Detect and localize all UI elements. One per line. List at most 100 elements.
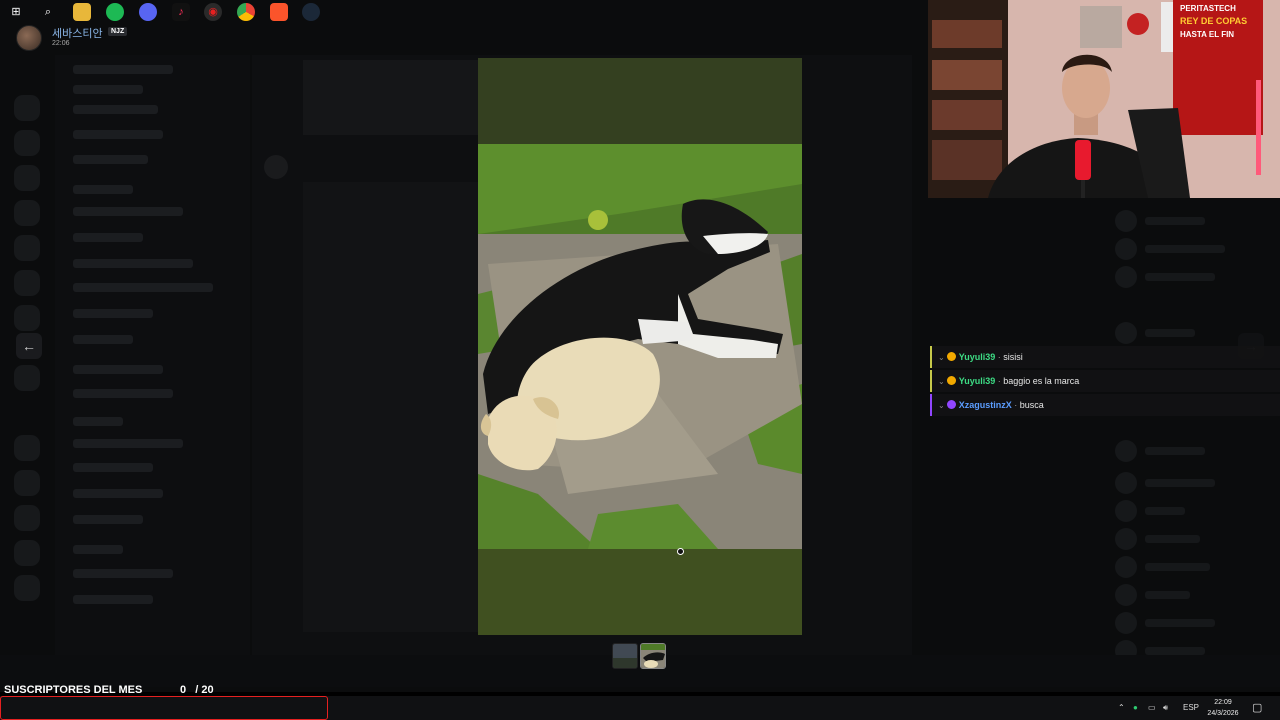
sub-goal-total: / 20 <box>195 684 214 696</box>
language-indicator[interactable]: ESP <box>1183 696 1199 720</box>
channel-item[interactable] <box>73 389 173 398</box>
channel-item[interactable] <box>73 463 153 472</box>
server-icon[interactable] <box>14 540 40 566</box>
chrome-icon[interactable] <box>237 3 255 21</box>
channel-item[interactable] <box>73 65 173 74</box>
channel-item[interactable] <box>73 309 153 318</box>
file-explorer-icon[interactable] <box>73 3 91 21</box>
brave-icon[interactable] <box>270 3 288 21</box>
member-name[interactable] <box>1145 535 1200 543</box>
thumbnail-1[interactable] <box>612 643 638 669</box>
member-name[interactable] <box>1145 479 1215 487</box>
channel-item[interactable] <box>73 155 148 164</box>
obs-icon[interactable]: ◉ <box>204 3 222 21</box>
banner-title: REY DE COPAS <box>1180 16 1248 26</box>
server-icon[interactable] <box>14 470 40 496</box>
banner-sub: HASTA EL FIN <box>1180 30 1235 39</box>
member-avatar[interactable] <box>1115 266 1137 288</box>
member-name[interactable] <box>1145 245 1225 253</box>
channel-item[interactable] <box>73 569 173 578</box>
channel-item[interactable] <box>73 365 163 374</box>
message-avatar <box>264 155 288 179</box>
member-avatar[interactable] <box>1115 500 1137 522</box>
member-avatar[interactable] <box>1115 238 1137 260</box>
chat-text: busca <box>1019 400 1044 410</box>
channel-item[interactable] <box>73 515 143 524</box>
chat-username[interactable]: Yuyuli39 <box>959 352 996 362</box>
server-icon[interactable] <box>14 505 40 531</box>
channel-item[interactable] <box>73 595 153 604</box>
channel-item[interactable] <box>73 207 183 216</box>
server-icon[interactable] <box>14 235 40 261</box>
search-icon[interactable]: ⌕ <box>39 3 57 21</box>
server-icon[interactable] <box>14 200 40 226</box>
dogs-photo[interactable] <box>478 144 802 549</box>
chat-username[interactable]: XzagustinzX <box>959 400 1012 410</box>
member-avatar[interactable] <box>1115 440 1137 462</box>
tray-app-icon[interactable]: ● <box>1133 696 1138 720</box>
member-name[interactable] <box>1145 217 1205 225</box>
volume-icon[interactable]: 🔊︎ <box>1163 696 1168 720</box>
banner-brand: PERITASTECH <box>1180 4 1236 13</box>
avatar[interactable] <box>16 25 42 51</box>
windows-start-icon[interactable]: ⊞ <box>7 3 25 21</box>
thumbnail-2[interactable] <box>640 643 666 669</box>
clock-date: 24/3/2026 <box>1207 710 1239 717</box>
channel-item[interactable] <box>73 85 143 94</box>
chat-overlay: ⌄ Yuyuli39 · sisisi ⌄ Yuyuli39 · baggio es … <box>930 346 1280 418</box>
channel-item[interactable] <box>73 283 213 292</box>
server-icon[interactable] <box>14 130 40 156</box>
channel-item[interactable] <box>73 489 163 498</box>
member-avatar[interactable] <box>1115 612 1137 634</box>
member-avatar[interactable] <box>1115 528 1137 550</box>
chat-username[interactable]: Yuyuli39 <box>959 376 996 386</box>
member-name[interactable] <box>1145 273 1215 281</box>
discord-icon[interactable] <box>139 3 157 21</box>
sub-goal-current: 0 <box>180 684 187 696</box>
steam-icon[interactable] <box>302 3 320 21</box>
channel-item[interactable] <box>73 259 193 268</box>
server-icon[interactable] <box>14 435 40 461</box>
member-avatar[interactable] <box>1115 322 1137 344</box>
member-list <box>1105 200 1280 685</box>
member-name[interactable] <box>1145 591 1190 599</box>
arrow-left-icon: ← <box>22 338 36 354</box>
image-viewer[interactable] <box>478 58 802 635</box>
member-avatar[interactable] <box>1115 210 1137 232</box>
server-icon[interactable] <box>14 365 40 391</box>
user-badge-icon <box>946 352 956 361</box>
channel-item[interactable] <box>73 233 143 242</box>
server-icon[interactable] <box>14 270 40 296</box>
server-icon[interactable] <box>14 305 40 331</box>
network-icon[interactable]: ▭ <box>1148 696 1156 720</box>
server-icon[interactable] <box>14 95 40 121</box>
member-name[interactable] <box>1145 329 1195 337</box>
tray-chevron-icon[interactable]: ⌃ <box>1118 696 1125 720</box>
channel-item[interactable] <box>73 105 158 114</box>
tiktok-icon[interactable]: ♪ <box>172 3 190 21</box>
sub-goal-label: SUSCRIPTORES DEL MES <box>4 684 143 696</box>
member-name[interactable] <box>1145 507 1185 515</box>
member-name[interactable] <box>1145 619 1215 627</box>
member-name[interactable] <box>1145 447 1205 455</box>
webcam-overlay: PERITASTECH REY DE COPAS HASTA EL FIN <box>928 0 1280 198</box>
clock-time: 22:09 <box>1214 699 1232 706</box>
spotify-icon[interactable] <box>106 3 124 21</box>
server-icon[interactable] <box>14 165 40 191</box>
channel-item[interactable] <box>73 417 123 426</box>
member-avatar[interactable] <box>1115 556 1137 578</box>
uploader-name[interactable]: 세바스티안 <box>52 25 103 41</box>
member-name[interactable] <box>1145 647 1205 655</box>
previous-image-button[interactable]: ← <box>16 333 42 359</box>
channel-item[interactable] <box>73 439 183 448</box>
channel-item[interactable] <box>73 335 133 344</box>
channel-item[interactable] <box>73 185 133 194</box>
notifications-icon[interactable]: ▢ <box>1252 696 1262 720</box>
member-name[interactable] <box>1145 563 1210 571</box>
member-avatar[interactable] <box>1115 472 1137 494</box>
member-avatar[interactable] <box>1115 584 1137 606</box>
server-icon[interactable] <box>14 575 40 601</box>
channel-item[interactable] <box>73 545 123 554</box>
channel-item[interactable] <box>73 130 163 139</box>
system-clock[interactable]: 22:09 24/3/2026 <box>1198 697 1248 719</box>
